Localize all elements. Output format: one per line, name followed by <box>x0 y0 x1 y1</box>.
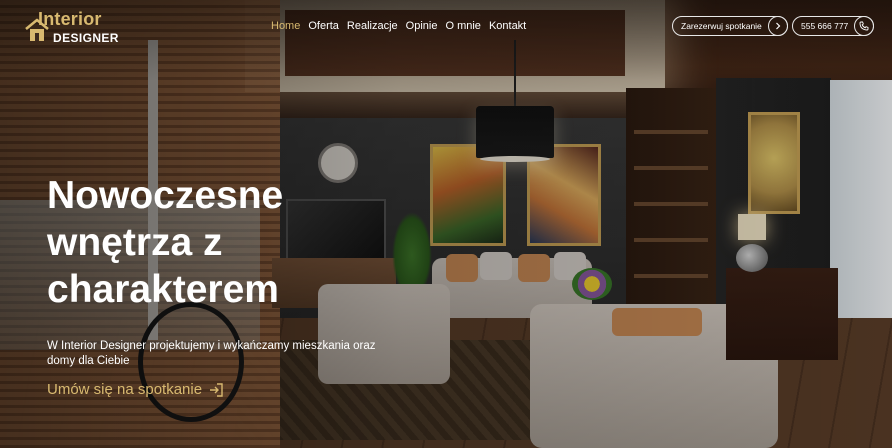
hero-subtitle: W Interior Designer projektujemy i wykań… <box>47 339 407 369</box>
hero-subtitle-line: domy dla Ciebie <box>47 355 130 367</box>
nav-item-o-mnie[interactable]: O mnie <box>445 20 480 32</box>
nav-item-home[interactable]: Home <box>271 20 300 32</box>
phone-icon <box>854 16 875 36</box>
hero-subtitle-line: W Interior Designer projektujemy i wykań… <box>47 340 376 352</box>
booking-pill[interactable]: Zarezerwuj spotkanie <box>672 16 788 36</box>
phone-pill[interactable]: 555 666 777 <box>792 16 875 36</box>
hero-cta-link[interactable]: Umów się na spotkanie <box>47 381 224 398</box>
logo[interactable]: Interior DESIGNER <box>24 9 124 47</box>
hero-title-line: charakterem <box>47 268 279 311</box>
nav-item-kontakt[interactable]: Kontakt <box>489 20 526 32</box>
phone-button[interactable]: 555 666 777 <box>792 16 875 36</box>
hero-title-line: wnętrza z <box>47 221 223 264</box>
logo-text-top: Interior <box>38 9 102 29</box>
site-header: Interior DESIGNER Home Oferta Realizacje… <box>0 0 892 54</box>
hero-cta-label: Umów się na spotkanie <box>47 381 203 398</box>
chevron-right-icon <box>767 16 788 36</box>
main-nav: Home Oferta Realizacje Opinie O mnie Kon… <box>271 20 526 32</box>
hero-title: Nowoczesne wnętrza z charakterem <box>47 172 367 313</box>
booking-label: Zarezerwuj spotkanie <box>681 21 762 31</box>
sign-in-arrow-icon <box>210 382 223 397</box>
nav-item-opinie[interactable]: Opinie <box>406 20 438 32</box>
nav-item-realizacje[interactable]: Realizacje <box>347 20 398 32</box>
booking-button[interactable]: Zarezerwuj spotkanie <box>672 16 788 36</box>
nav-item-oferta[interactable]: Oferta <box>308 20 339 32</box>
phone-number: 555 666 777 <box>801 21 849 31</box>
hero-title-line: Nowoczesne <box>47 174 284 217</box>
logo-text-bottom: DESIGNER <box>53 31 119 45</box>
